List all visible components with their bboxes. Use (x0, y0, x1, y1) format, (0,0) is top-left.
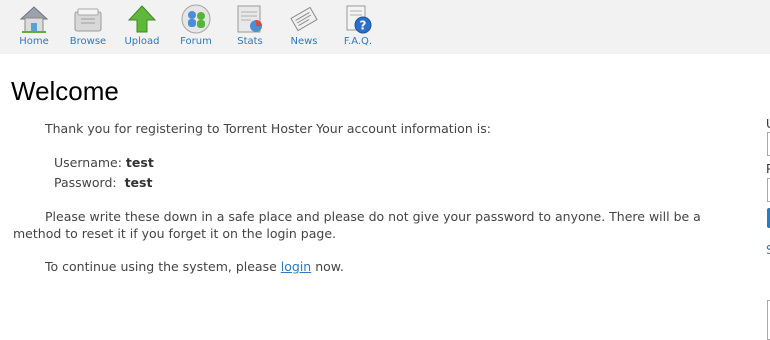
nav-item-news[interactable]: News (277, 0, 331, 54)
login-sidebar-clipped: U P S (765, 0, 770, 340)
password-label: Password: (54, 175, 117, 190)
nav-item-home[interactable]: Home (7, 0, 61, 54)
nav-item-upload[interactable]: Upload (115, 0, 169, 54)
svg-text:?: ? (360, 19, 367, 33)
warning-text: Please write these down in a safe place … (13, 209, 701, 241)
sidebar-password-label: P (766, 162, 770, 176)
intro-text: Thank you for registering to Torrent Hos… (45, 121, 491, 136)
nav-label-browse: Browse (69, 36, 107, 47)
nav-label-news: News (290, 36, 318, 47)
nav-label-forum: Forum (180, 36, 212, 47)
nav-label-home: Home (19, 36, 49, 47)
news-icon (290, 6, 318, 32)
continue-text-after: now. (315, 259, 344, 274)
login-link[interactable]: login (281, 259, 311, 274)
username-row: Username: test (54, 154, 154, 171)
continue-text: To continue using the system, please log… (45, 258, 344, 275)
nav-label-upload: Upload (124, 36, 160, 47)
top-navigation: Home Browse Upload Forum Stats News ? F.… (0, 0, 770, 54)
nav-item-faq[interactable]: ? F.A.Q. (331, 0, 385, 54)
page-title: Welcome (11, 76, 119, 106)
nav-item-stats[interactable]: Stats (223, 0, 277, 54)
nav-label-faq: F.A.Q. (343, 36, 373, 47)
page: Home Browse Upload Forum Stats News ? F.… (0, 0, 770, 340)
sidebar-link[interactable]: S (766, 243, 770, 257)
continue-text-before: To continue using the system, please (45, 259, 277, 274)
home-icon (19, 6, 49, 33)
password-value: test (124, 175, 153, 190)
browse-icon (74, 8, 102, 32)
username-label: Username: (54, 155, 122, 170)
nav-label-stats: Stats (237, 36, 263, 47)
nav-item-browse[interactable]: Browse (61, 0, 115, 54)
upload-arrow-icon (127, 5, 157, 33)
stats-chart-icon (237, 5, 262, 33)
username-value: test (125, 155, 154, 170)
sidebar-username-label: U (766, 117, 770, 131)
nav-item-forum[interactable]: Forum (169, 0, 223, 54)
faq-help-icon: ? (346, 5, 372, 34)
password-row: Password: test (54, 174, 152, 191)
forum-people-icon (181, 4, 211, 34)
